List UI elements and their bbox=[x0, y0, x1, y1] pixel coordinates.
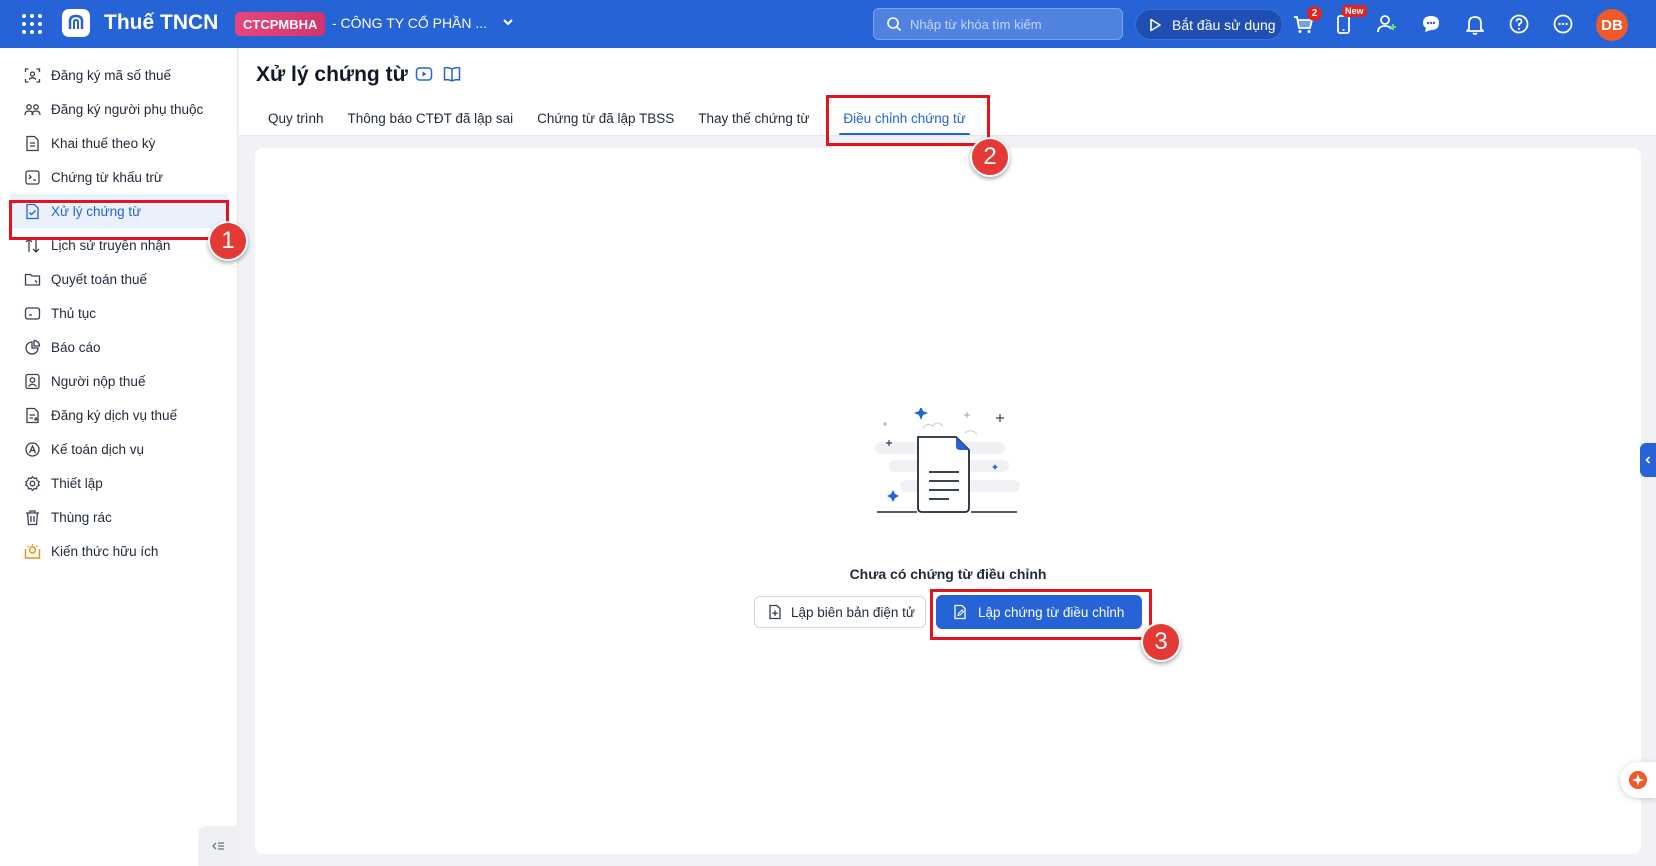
sidebar-item-label: Thùng rác bbox=[51, 509, 112, 525]
sidebar-item-label: Thủ tục bbox=[51, 305, 97, 321]
empty-state-text: Chưa có chứng từ điều chỉnh bbox=[849, 566, 1047, 582]
procedure-icon bbox=[24, 306, 41, 320]
sidebar-item-label: Đăng ký người phụ thuộc bbox=[51, 101, 204, 117]
step-marker-2: 2 bbox=[970, 137, 1010, 177]
highlight-box-step2 bbox=[826, 95, 990, 146]
person-icon bbox=[25, 373, 40, 389]
tab-process[interactable]: Quy trình bbox=[256, 100, 336, 136]
expand-panel-tab[interactable] bbox=[1640, 443, 1656, 477]
sidebar-item-taxpayers[interactable]: Người nộp thuế bbox=[10, 364, 228, 398]
sidebar-item-label: Người nộp thuế bbox=[51, 373, 146, 389]
sidebar-item-label: Quyết toán thuế bbox=[51, 271, 148, 287]
sidebar-item-withholding-docs[interactable]: Chứng từ khấu trừ bbox=[10, 160, 228, 194]
pie-chart-icon bbox=[25, 339, 41, 355]
sidebar-item-useful-knowledge[interactable]: Kiến thức hữu ích bbox=[10, 534, 228, 568]
book-icon[interactable] bbox=[443, 65, 461, 83]
sidebar-item-label: Báo cáo bbox=[51, 339, 101, 355]
collapse-icon bbox=[212, 842, 224, 850]
search-box bbox=[873, 8, 1123, 40]
highlight-box-step1 bbox=[9, 200, 229, 240]
document-icon bbox=[26, 135, 39, 151]
sidebar-item-register-tax-service[interactable]: Đăng ký dịch vụ thuế bbox=[10, 398, 228, 432]
step-marker-3: 3 bbox=[1141, 622, 1181, 662]
sidebar-item-register-dependents[interactable]: Đăng ký người phụ thuộc bbox=[10, 92, 228, 126]
id-card-icon bbox=[24, 67, 41, 83]
cart-badge: 2 bbox=[1307, 6, 1322, 21]
knowledge-icon bbox=[24, 543, 41, 559]
search-icon bbox=[887, 17, 902, 32]
step-marker-1: 1 bbox=[208, 221, 248, 261]
create-electronic-record-button[interactable]: Lập biên bản điện tử bbox=[754, 596, 926, 628]
content-card: Chưa có chứng từ điều chỉnh Lập biên bản… bbox=[255, 148, 1641, 854]
sidebar-item-label: Khai thuế theo kỳ bbox=[51, 135, 156, 151]
sidebar-item-reports[interactable]: Báo cáo bbox=[10, 330, 228, 364]
trash-icon bbox=[26, 509, 39, 525]
new-badge: New bbox=[1342, 5, 1367, 17]
help-icon[interactable] bbox=[1506, 11, 1532, 37]
gear-icon bbox=[25, 475, 40, 491]
sidebar-item-accounting-service[interactable]: Kế toán dịch vụ bbox=[10, 432, 228, 466]
avatar[interactable]: DB bbox=[1596, 9, 1628, 41]
bell-icon[interactable] bbox=[1462, 11, 1488, 37]
top-bar: Thuế TNCN CTCPMBHA - CÔNG TY CỔ PHẦN ...… bbox=[0, 0, 1656, 48]
highlight-box-step3 bbox=[930, 589, 1152, 640]
app-logo bbox=[62, 9, 90, 37]
create-electronic-record-label: Lập biên bản điện tử bbox=[791, 604, 915, 620]
accounting-icon bbox=[25, 441, 40, 457]
app-title: Thuế TNCN bbox=[104, 11, 219, 34]
register-icon bbox=[26, 407, 39, 423]
empty-document-illustration bbox=[875, 408, 1020, 513]
video-icon[interactable] bbox=[415, 65, 433, 83]
sidebar-item-label: Kiến thức hữu ích bbox=[51, 543, 159, 559]
tab-tbss-docs[interactable]: Chứng từ đã lập TBSS bbox=[525, 100, 686, 136]
page-title: Xử lý chứng từ bbox=[256, 63, 408, 86]
start-using-label: Bắt đầu sử dụng bbox=[1172, 16, 1276, 33]
add-document-icon bbox=[769, 604, 781, 620]
sidebar-item-tax-finalization[interactable]: Quyết toán thuế bbox=[10, 262, 228, 296]
chevron-left-icon bbox=[1645, 456, 1651, 464]
sidebar-item-label: Đăng ký dịch vụ thuế bbox=[51, 407, 178, 423]
more-icon[interactable] bbox=[1550, 11, 1576, 37]
start-using-button[interactable]: Bắt đầu sử dụng bbox=[1135, 9, 1283, 40]
search-input[interactable] bbox=[910, 16, 1100, 32]
app-grid-icon[interactable] bbox=[22, 14, 42, 34]
ai-assistant-button[interactable] bbox=[1620, 762, 1656, 798]
receipt-icon bbox=[25, 169, 40, 185]
cart-icon[interactable]: 2 bbox=[1290, 6, 1322, 37]
sidebar-item-label: Kế toán dịch vụ bbox=[51, 441, 145, 457]
sidebar-item-label: Chứng từ khấu trừ bbox=[51, 169, 163, 185]
add-user-icon[interactable] bbox=[1374, 11, 1400, 37]
company-name[interactable]: - CÔNG TY CỔ PHẦN ... bbox=[332, 15, 487, 31]
sidebar-item-trash[interactable]: Thùng rác bbox=[10, 500, 228, 534]
tab-incorrect-notice[interactable]: Thông báo CTĐT đã lập sai bbox=[336, 100, 526, 136]
folder-icon bbox=[24, 273, 41, 286]
sidebar-item-periodic-tax[interactable]: Khai thuế theo kỳ bbox=[10, 126, 228, 160]
sidebar-item-settings[interactable]: Thiết lập bbox=[10, 466, 228, 500]
sidebar-item-label: Đăng ký mã số thuế bbox=[51, 67, 172, 83]
mobile-app-icon[interactable]: New bbox=[1330, 5, 1367, 37]
collapse-sidebar-button[interactable] bbox=[198, 826, 238, 866]
people-icon bbox=[24, 103, 41, 115]
sidebar-item-procedures[interactable]: Thủ tục bbox=[10, 296, 228, 330]
chat-icon[interactable] bbox=[1418, 11, 1444, 37]
tab-replace-docs[interactable]: Thay thế chứng từ bbox=[686, 100, 821, 136]
company-code-badge[interactable]: CTCPMBHA bbox=[235, 12, 326, 36]
chevron-down-icon[interactable] bbox=[500, 14, 516, 35]
play-icon bbox=[1150, 18, 1161, 31]
sparkle-icon bbox=[1629, 771, 1647, 789]
sidebar-item-register-tax-code[interactable]: Đăng ký mã số thuế bbox=[10, 58, 228, 92]
sidebar: Đăng ký mã số thuế Đăng ký người phụ thu… bbox=[0, 48, 238, 866]
sidebar-item-label: Thiết lập bbox=[51, 475, 103, 491]
